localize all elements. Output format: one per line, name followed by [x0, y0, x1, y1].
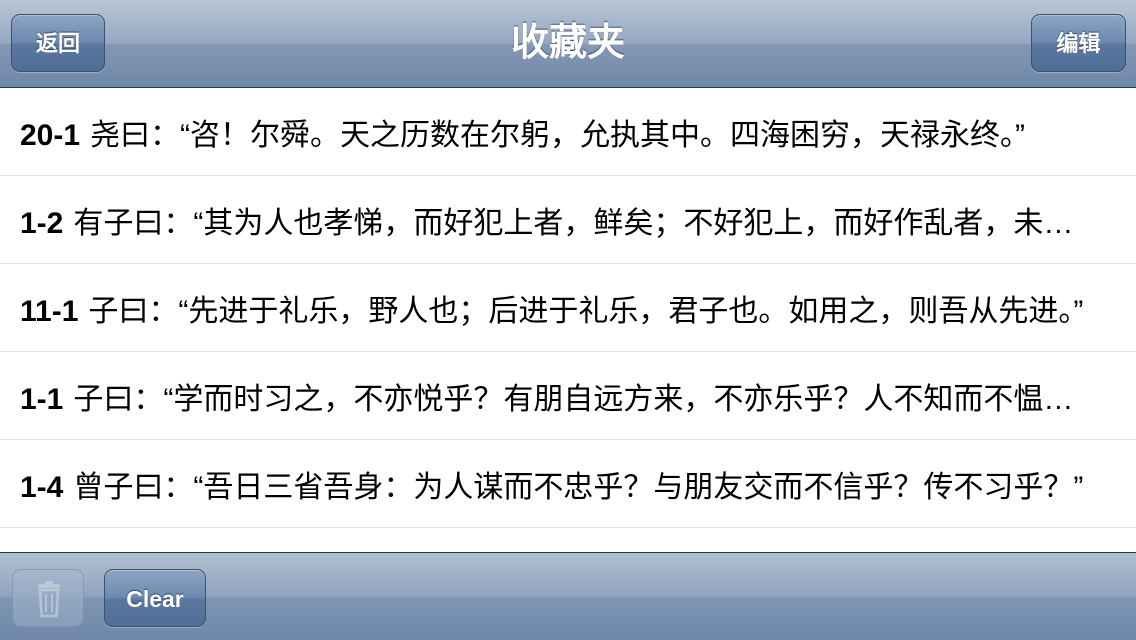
list-item-quote: 有子曰：“其为人也孝悌，而好犯上者，鲜矣；不好犯上，而好作乱者，未之有也。”	[73, 206, 1102, 240]
list-item-quote: 曾子曰：“吾日三省吾身：为人谋而不忠乎？与朋友交而不信乎？传不习乎？”	[73, 470, 1084, 504]
list-item-number: 1-2	[20, 206, 64, 240]
list-item[interactable]: 1-1 子曰：“学而时习之，不亦悦乎？有朋自远方来，不亦乐乎？人不知而不愠，不亦君…	[0, 352, 1136, 440]
list-item-text: 11-1 子曰：“先进于礼乐，野人也；后进于礼乐，君子也。如用之，则吾从先进。”	[20, 286, 1102, 330]
list-item-text: 1-2 有子曰：“其为人也孝悌，而好犯上者，鲜矣；不好犯上，而好作乱者，未之有也。…	[20, 198, 1102, 242]
page-title: 收藏夹	[510, 22, 625, 64]
list-item-number: 1-1	[20, 382, 64, 416]
list-item-number: 1-4	[20, 470, 64, 504]
list-item-number: 20-1	[20, 118, 81, 152]
list-item[interactable]: 20-1 尧曰：“咨！尔舜。天之历数在尔躬，允执其中。四海困穷，天禄永终。”	[0, 88, 1136, 176]
navigation-bar: 收藏夹 返回 编辑	[0, 0, 1136, 88]
bottom-toolbar: Clear	[0, 552, 1136, 640]
list-item-text: 20-1 尧曰：“咨！尔舜。天之历数在尔躬，允执其中。四海困穷，天禄永终。”	[20, 110, 1102, 154]
edit-button[interactable]: 编辑	[1031, 14, 1126, 72]
favorites-list: 20-1 尧曰：“咨！尔舜。天之历数在尔躬，允执其中。四海困穷，天禄永终。” 1-…	[0, 88, 1136, 552]
list-item-text: 1-4 曾子曰：“吾日三省吾身：为人谋而不忠乎？与朋友交而不信乎？传不习乎？”	[20, 462, 1102, 506]
list-item[interactable]: 11-1 子曰：“先进于礼乐，野人也；后进于礼乐，君子也。如用之，则吾从先进。”	[0, 264, 1136, 352]
trash-icon	[38, 581, 60, 618]
back-button[interactable]: 返回	[11, 14, 105, 72]
list-item-quote: 子曰：“学而时习之，不亦悦乎？有朋自远方来，不亦乐乎？人不知而不愠，不亦君子乎？…	[73, 382, 1102, 416]
list-item-number: 11-1	[20, 294, 79, 328]
list-item-quote: 尧曰：“咨！尔舜。天之历数在尔躬，允执其中。四海困穷，天禄永终。”	[90, 118, 1026, 152]
list-item[interactable]: 1-2 有子曰：“其为人也孝悌，而好犯上者，鲜矣；不好犯上，而好作乱者，未之有也。…	[0, 176, 1136, 264]
list-item[interactable]: 1-4 曾子曰：“吾日三省吾身：为人谋而不忠乎？与朋友交而不信乎？传不习乎？”	[0, 440, 1136, 528]
clear-button[interactable]: Clear	[104, 569, 206, 627]
list-item-text: 1-1 子曰：“学而时习之，不亦悦乎？有朋自远方来，不亦乐乎？人不知而不愠，不亦君…	[20, 374, 1102, 418]
list-item-quote: 子曰：“先进于礼乐，野人也；后进于礼乐，君子也。如用之，则吾从先进。”	[88, 294, 1084, 328]
trash-button[interactable]	[12, 569, 84, 627]
